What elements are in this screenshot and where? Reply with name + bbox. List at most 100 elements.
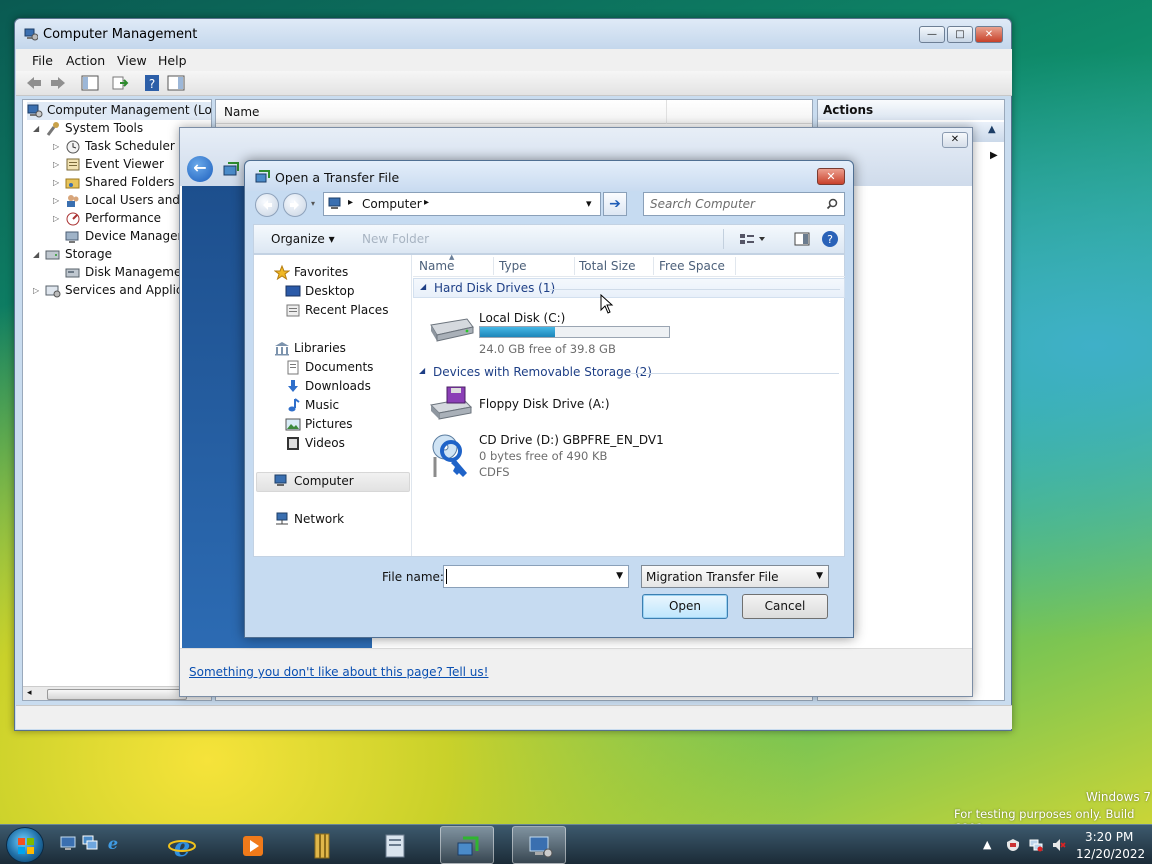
- switch-windows-icon[interactable]: [81, 834, 99, 852]
- action-center-icon[interactable]: [1006, 838, 1020, 852]
- menu-view[interactable]: View: [117, 53, 147, 68]
- network-status-icon[interactable]: [1029, 838, 1043, 852]
- drive-item-a[interactable]: Floppy Disk Drive (A:): [423, 385, 723, 425]
- show-hidden-icons[interactable]: ▲: [983, 838, 997, 852]
- filename-dropdown-icon[interactable]: ▼: [616, 571, 623, 581]
- taskbar-explorer[interactable]: [368, 826, 422, 864]
- collapse-group-icon[interactable]: ◢: [419, 366, 425, 375]
- column-divider[interactable]: [653, 257, 654, 275]
- cm-titlebar[interactable]: Computer Management — □ ✕: [15, 19, 1011, 49]
- users-icon: [67, 195, 79, 207]
- windows-logo-icon: [18, 838, 34, 854]
- clock-time[interactable]: 3:20 PM: [1085, 830, 1133, 844]
- toolbar: ?: [16, 71, 1012, 96]
- taskbar-computer-management[interactable]: [512, 826, 566, 864]
- column-name[interactable]: Name: [224, 105, 259, 119]
- column-divider[interactable]: [493, 257, 494, 275]
- group-divider: [550, 289, 840, 290]
- filetype-select[interactable]: Migration Transfer File ▼: [641, 565, 829, 588]
- collapse-icon[interactable]: ◢: [33, 250, 39, 259]
- filetype-dropdown-icon[interactable]: ▼: [816, 571, 823, 581]
- nav-label: Libraries: [294, 341, 346, 355]
- help-icon[interactable]: ?: [821, 230, 839, 248]
- show-hide-action-pane-icon[interactable]: [166, 74, 186, 92]
- back-button[interactable]: [255, 193, 279, 217]
- group-header-hard-disks[interactable]: ◢ Hard Disk Drives (1): [413, 278, 845, 298]
- taskbar: e e ▲ 3:20 PM 12/20/2022: [0, 824, 1152, 864]
- taskbar-library[interactable]: [296, 826, 350, 864]
- filename-input[interactable]: ▼: [443, 565, 629, 588]
- expand-icon[interactable]: ▷: [53, 214, 59, 223]
- show-desktop-icon[interactable]: [59, 834, 77, 852]
- volume-muted-icon[interactable]: [1052, 838, 1066, 852]
- nav-label: Pictures: [305, 417, 353, 431]
- tree-item-computer-management[interactable]: Computer Management (Local: [27, 102, 211, 120]
- recent-locations-icon[interactable]: ▾: [311, 199, 315, 208]
- address-dropdown-icon[interactable]: ▾: [586, 197, 592, 210]
- taskbar-internet-explorer[interactable]: e: [155, 826, 209, 864]
- column-free-space[interactable]: Free Space: [659, 259, 725, 273]
- feedback-link[interactable]: Something you don't like about this page…: [189, 665, 488, 679]
- export-list-icon[interactable]: [110, 74, 130, 92]
- column-divider[interactable]: [574, 257, 575, 275]
- show-hide-tree-icon[interactable]: [80, 74, 100, 92]
- organize-menu[interactable]: Organize ▾: [271, 232, 335, 246]
- back-arrow-icon[interactable]: [24, 74, 44, 92]
- expand-icon[interactable]: ▷: [53, 142, 59, 151]
- column-divider[interactable]: [735, 257, 736, 275]
- start-button[interactable]: [6, 827, 44, 863]
- menu-file[interactable]: File: [32, 53, 53, 68]
- breadcrumb-computer[interactable]: Computer: [362, 197, 422, 211]
- column-total-size[interactable]: Total Size: [579, 259, 635, 273]
- minimize-button[interactable]: —: [919, 26, 945, 43]
- expand-icon[interactable]: ▷: [53, 178, 59, 187]
- preview-pane-icon[interactable]: [794, 231, 810, 247]
- scrollbar-thumb[interactable]: [47, 689, 187, 700]
- expand-icon[interactable]: ▷: [53, 196, 59, 205]
- address-bar[interactable]: ▸ Computer ▸ ▾: [323, 192, 601, 216]
- menu-help[interactable]: Help: [158, 53, 187, 68]
- svg-text:?: ?: [827, 233, 833, 246]
- maximize-button[interactable]: □: [947, 26, 973, 43]
- drive-free-space: 0 bytes free of 490 KB: [479, 449, 608, 463]
- internet-explorer-icon[interactable]: e: [104, 834, 122, 852]
- dialog-titlebar[interactable]: Open a Transfer File ✕: [245, 161, 853, 191]
- cancel-button[interactable]: Cancel: [742, 594, 828, 619]
- menu-action[interactable]: Action: [66, 53, 105, 68]
- filetype-value: Migration Transfer File: [646, 570, 779, 584]
- forward-arrow-icon[interactable]: [48, 74, 68, 92]
- forward-button[interactable]: [283, 193, 307, 217]
- wizard-close-button[interactable]: ✕: [942, 132, 968, 148]
- taskbar-easy-transfer[interactable]: [440, 826, 494, 864]
- clock-date[interactable]: 12/20/2022: [1076, 847, 1145, 861]
- dialog-close-button[interactable]: ✕: [817, 168, 845, 185]
- more-actions-icon[interactable]: ▶: [990, 150, 998, 161]
- close-button[interactable]: ✕: [975, 26, 1003, 43]
- collapse-group-icon[interactable]: ◢: [420, 282, 426, 291]
- search-box[interactable]: Search Computer: [643, 192, 845, 216]
- computer-management-icon: [529, 836, 553, 858]
- refresh-go-button[interactable]: ➔: [603, 192, 627, 216]
- disk-management-icon: [65, 268, 80, 278]
- wizard-back-button[interactable]: ←: [187, 156, 213, 182]
- scroll-left-icon[interactable]: ◂: [27, 688, 32, 698]
- group-header-removable[interactable]: ◢ Devices with Removable Storage (2): [413, 363, 845, 381]
- menu-bar: File Action View Help: [16, 49, 1012, 71]
- open-button[interactable]: Open: [642, 594, 728, 619]
- nav-label: Favorites: [294, 265, 349, 279]
- easy-transfer-icon: [255, 170, 270, 183]
- drive-item-d[interactable]: CD Drive (D:) GBPFRE_EN_DV1 0 bytes free…: [423, 431, 743, 487]
- taskbar-media-player[interactable]: [226, 826, 280, 864]
- computer-icon: [328, 197, 341, 209]
- expand-icon[interactable]: ▷: [53, 160, 59, 169]
- breadcrumb-separator[interactable]: ▸: [424, 197, 429, 208]
- expand-icon[interactable]: ▷: [33, 286, 39, 295]
- collapse-icon[interactable]: ◢: [33, 124, 39, 133]
- column-name[interactable]: Name: [419, 259, 454, 273]
- change-view-icon[interactable]: [739, 232, 767, 246]
- search-icon[interactable]: [826, 198, 838, 210]
- help-icon[interactable]: ?: [142, 74, 162, 92]
- breadcrumb-separator[interactable]: ▸: [348, 197, 353, 208]
- column-type[interactable]: Type: [499, 259, 527, 273]
- collapse-section-icon[interactable]: ▲: [988, 124, 996, 135]
